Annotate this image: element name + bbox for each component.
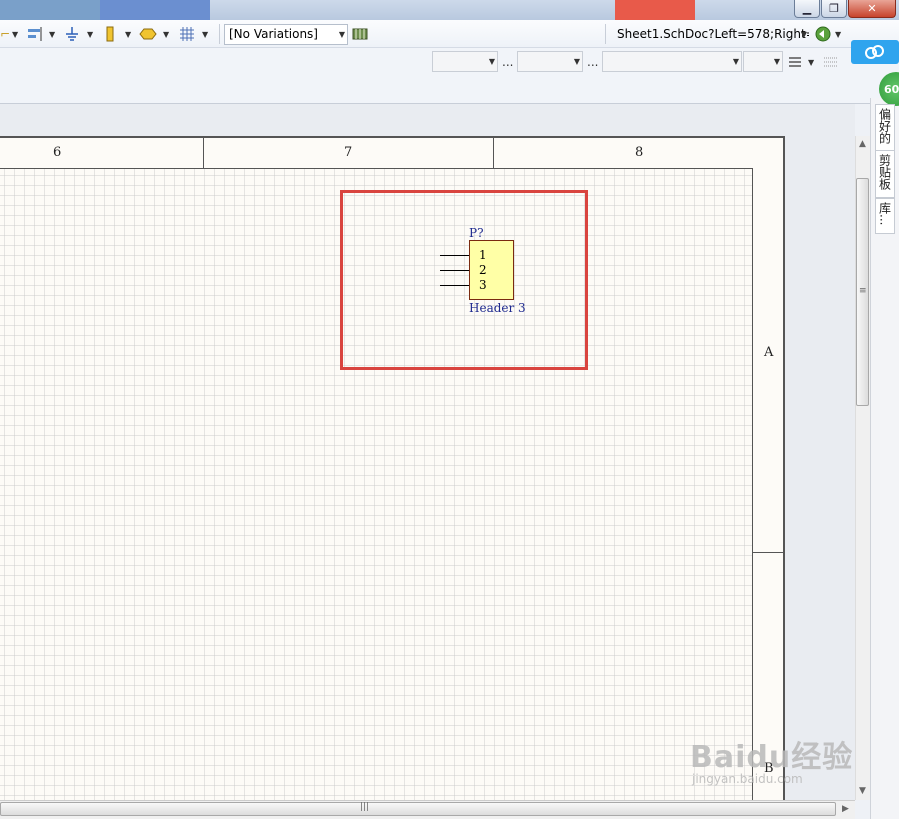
grid-icon[interactable] (178, 24, 196, 44)
selection-highlight (340, 190, 588, 370)
pin-line[interactable] (440, 285, 469, 286)
column-label: 8 (635, 145, 644, 160)
variations-select[interactable]: [No Variations] ▼ (224, 24, 348, 45)
zone-divider (203, 138, 204, 168)
scroll-right-icon[interactable]: ▶ (842, 804, 849, 814)
component-body[interactable] (469, 240, 514, 300)
pin-number: 3 (479, 278, 487, 292)
toolbar-separator (219, 24, 220, 44)
tool-strip (0, 76, 899, 104)
dropdown-arrow-icon[interactable]: ▼ (125, 30, 131, 39)
net-label-icon[interactable] (139, 24, 157, 44)
main-toolbar: ⌐ ▼ ▼ ▼ ▼ ▼ ▼ [No Variations] ▼ Sheet1.S… (0, 20, 899, 48)
variants-manager-icon[interactable] (352, 24, 368, 44)
dropdown-arrow-icon[interactable]: ▼ (835, 30, 841, 39)
zone-divider (753, 552, 783, 553)
chevron-down-icon: ▼ (488, 57, 495, 66)
component-comment[interactable]: Header 3 (469, 301, 526, 315)
tab-label: 剪贴板 (877, 154, 892, 190)
filter-select-4[interactable]: ▼ (743, 51, 783, 72)
filter-select-3[interactable]: ▼ (602, 51, 742, 72)
dropdown-arrow-icon[interactable]: ▼ (808, 58, 814, 67)
component-designator[interactable]: P? (469, 226, 484, 240)
tab-label: 偏好的 (877, 108, 892, 144)
port-icon[interactable] (103, 24, 117, 44)
dropdown-arrow-icon[interactable]: ▼ (202, 30, 208, 39)
ground-icon[interactable] (63, 24, 81, 44)
align-icon[interactable] (26, 24, 44, 44)
secondary-toolbar: ▼ ... ▼ ... ▼ ▼ ▼ (0, 48, 899, 76)
baidu-watermark: Baidu经验 jingyan.baidu.com (690, 732, 854, 786)
watermark-logo: Baidu经验 (690, 740, 854, 775)
grip-icon: ||| (360, 802, 370, 812)
list-icon[interactable] (787, 52, 803, 72)
minimize-button[interactable]: ▁ (794, 0, 820, 18)
document-path-field[interactable]: Sheet1.SchDoc?Left=578;Right= ▼ (612, 24, 810, 45)
filter-select-2[interactable]: ▼ (517, 51, 583, 72)
close-button[interactable]: ✕ (848, 0, 896, 18)
chevron-down-icon: ▼ (573, 57, 580, 66)
pin-line[interactable] (440, 255, 469, 256)
table-icon[interactable] (822, 52, 840, 72)
row-label: A (764, 345, 774, 360)
chevron-down-icon: ▼ (800, 30, 807, 39)
scroll-down-icon[interactable]: ▼ (859, 786, 866, 796)
tab-library[interactable]: 库... (875, 198, 895, 234)
ellipsis-label: ... (587, 55, 599, 69)
variations-value: [No Variations] (229, 27, 318, 41)
filter-select-1[interactable]: ▼ (432, 51, 498, 72)
wire-icon[interactable]: ⌐ (0, 24, 10, 44)
restore-button[interactable]: ❐ (821, 0, 847, 18)
column-label: 7 (344, 145, 353, 160)
tab-clipboard[interactable]: 剪贴板 (875, 150, 895, 198)
pin-line[interactable] (440, 270, 469, 271)
column-label: 6 (53, 145, 62, 160)
badge-count: 60 (884, 82, 899, 96)
pin-number: 1 (479, 248, 487, 262)
back-icon[interactable] (814, 24, 832, 44)
taskbar-tab[interactable] (0, 0, 100, 20)
chevron-down-icon: ▼ (338, 30, 345, 39)
document-path: Sheet1.SchDoc?Left=578;Right= (617, 27, 810, 41)
scroll-up-icon[interactable]: ▲ (859, 139, 866, 149)
tab-label: 库... (877, 202, 892, 226)
horizontal-scroll-thumb[interactable] (0, 802, 836, 816)
tab-favorites[interactable]: 偏好的 (875, 104, 895, 152)
taskbar-tab[interactable] (615, 0, 695, 20)
dropdown-arrow-icon[interactable]: ▼ (49, 30, 55, 39)
taskbar-tab[interactable] (100, 0, 210, 20)
dropdown-arrow-icon[interactable]: ▼ (87, 30, 93, 39)
dropdown-arrow-icon[interactable]: ▼ (12, 30, 18, 39)
ellipsis-label: ... (502, 55, 514, 69)
title-bar: ▁ ❐ ✕ (0, 0, 899, 20)
zone-divider (493, 138, 494, 168)
grip-icon: ≡ (859, 286, 867, 296)
watermark-url: jingyan.baidu.com (692, 772, 803, 786)
cloud-button[interactable] (851, 40, 899, 64)
chevron-down-icon: ▼ (773, 57, 780, 66)
toolbar-separator (605, 24, 606, 44)
pin-number: 2 (479, 263, 487, 277)
dropdown-arrow-icon[interactable]: ▼ (163, 30, 169, 39)
chevron-down-icon: ▼ (732, 57, 739, 66)
